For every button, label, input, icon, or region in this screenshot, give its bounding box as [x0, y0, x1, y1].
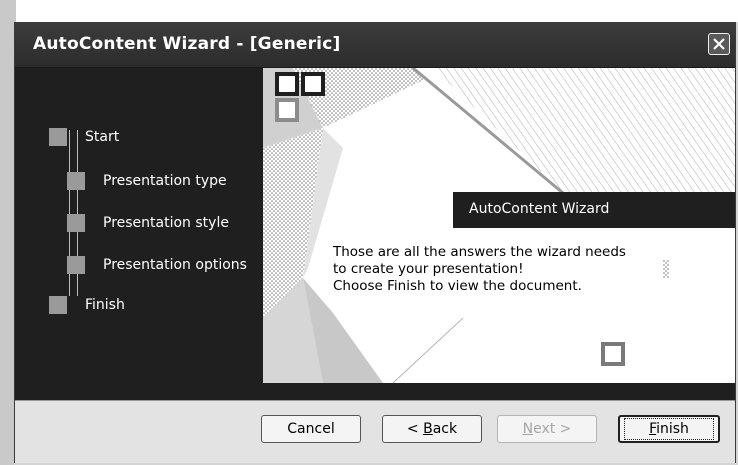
- desktop-background: [0, 0, 738, 22]
- desktop-edge-left: [0, 22, 14, 465]
- back-button[interactable]: < Back: [382, 415, 482, 443]
- finish-button[interactable]: Finish: [618, 415, 720, 443]
- cancel-button-label: Cancel: [287, 421, 335, 437]
- panel-heading-banner: AutoContent Wizard: [453, 192, 735, 228]
- step-start-marker: [49, 128, 67, 146]
- wizard-dialog: AutoContent Wizard - [Generic] Start Pre…: [14, 22, 736, 463]
- next-button[interactable]: Next >: [497, 415, 597, 443]
- close-button[interactable]: [708, 33, 730, 55]
- steps-pane: Start Presentation type Presentation sty…: [15, 68, 263, 401]
- step-type-marker: [67, 172, 85, 190]
- close-icon: [713, 38, 725, 50]
- step-start-label: Start: [85, 129, 120, 145]
- window-title: AutoContent Wizard - [Generic]: [33, 34, 341, 54]
- step-type-label: Presentation type: [103, 173, 227, 189]
- button-bar: Cancel < Back Next > Finish: [15, 400, 735, 463]
- finish-button-label: Finish: [624, 418, 714, 440]
- desktop-edge: [0, 0, 16, 22]
- content-pane: AutoContent Wizard Those are all the ans…: [263, 68, 735, 383]
- panel-heading: AutoContent Wizard: [469, 201, 610, 217]
- message-line-2: to create your presentation!: [333, 261, 524, 277]
- cancel-button[interactable]: Cancel: [261, 415, 361, 443]
- step-style-marker: [67, 214, 85, 232]
- step-options-label: Presentation options: [103, 257, 247, 273]
- title-bar[interactable]: AutoContent Wizard - [Generic]: [15, 23, 735, 68]
- wizard-message: Those are all the answers the wizard nee…: [333, 244, 626, 295]
- back-button-label: < Back: [406, 421, 458, 437]
- next-button-label: Next >: [522, 421, 572, 437]
- content-bottom-band: [263, 383, 735, 401]
- step-style-label: Presentation style: [103, 215, 229, 231]
- message-line-1: Those are all the answers the wizard nee…: [333, 244, 626, 260]
- step-options-marker: [67, 256, 85, 274]
- step-finish-label: Finish: [85, 297, 125, 313]
- message-line-3: Choose Finish to view the document.: [333, 278, 582, 294]
- step-finish-marker: [49, 296, 67, 314]
